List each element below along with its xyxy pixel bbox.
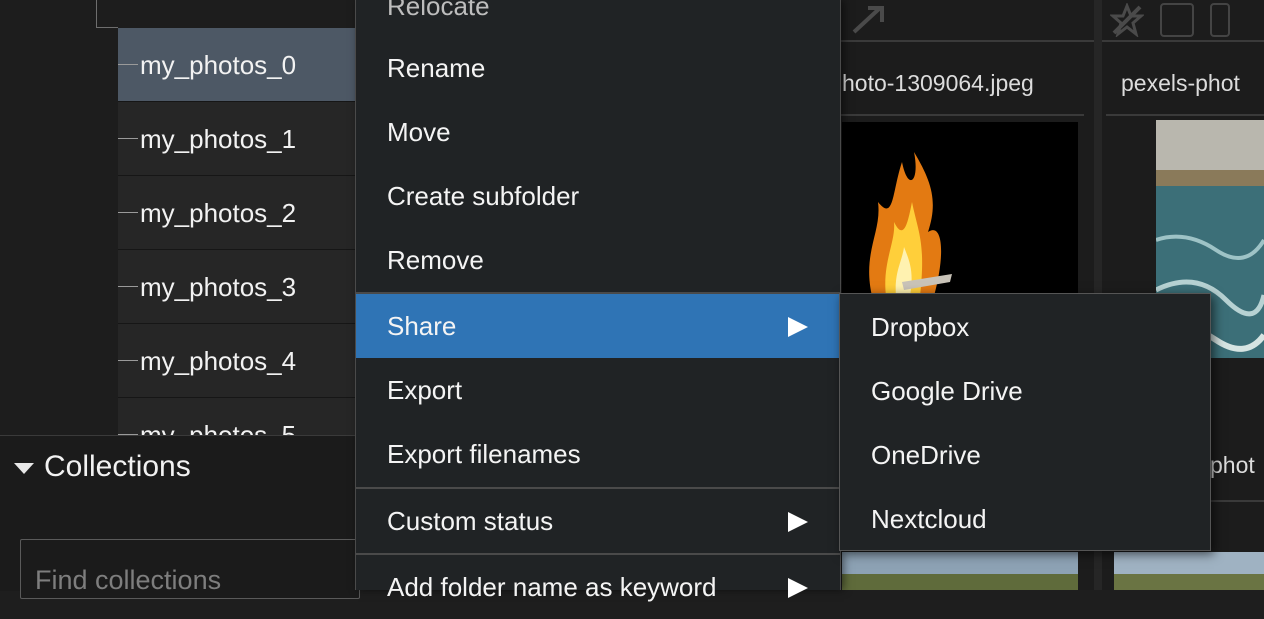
folder-item-my-photos-2[interactable]: my_photos_2 <box>118 176 358 250</box>
menu-item-export[interactable]: Export <box>356 358 840 422</box>
menu-item-remove[interactable]: Remove <box>356 228 840 292</box>
thumbnail-toolbar <box>1102 0 1264 42</box>
reject-icon[interactable] <box>850 4 886 36</box>
menu-item-label: Remove <box>387 245 484 275</box>
tree-connector <box>96 0 97 28</box>
menu-item-export-filenames[interactable]: Export filenames <box>356 422 840 486</box>
tree-branch-line <box>118 212 138 213</box>
folder-context-menu: Relocate Rename Move Create subfolder Re… <box>355 0 841 602</box>
photo-filename: hoto-1309064.jpeg <box>842 70 1034 96</box>
menu-item-add-folder-name-as-keyword[interactable]: Add folder name as keyword <box>356 555 840 619</box>
collections-panel: Collections <box>0 435 360 599</box>
submenu-arrow-icon <box>788 512 808 532</box>
menu-item-label: Relocate <box>387 0 490 21</box>
folder-label: my_photos_0 <box>140 50 297 80</box>
menu-item-label: Move <box>387 117 451 147</box>
share-dropbox[interactable]: Dropbox <box>840 295 1210 359</box>
tree-branch-line <box>118 360 138 361</box>
menu-item-custom-status[interactable]: Custom status <box>356 489 840 553</box>
flag-icon[interactable] <box>1210 3 1230 37</box>
share-onedrive[interactable]: OneDrive <box>840 423 1210 487</box>
folder-item-my-photos-5[interactable]: my_photos_5 <box>118 398 358 438</box>
menu-item-create-subfolder[interactable]: Create subfolder <box>356 164 840 228</box>
submenu-item-label: Dropbox <box>871 312 970 342</box>
tree-branch-line <box>118 64 138 65</box>
submenu-item-label: Google Drive <box>871 376 1023 406</box>
menu-item-label: Share <box>387 311 457 341</box>
caret-down-icon <box>14 463 34 474</box>
folder-list: my_photos_0 my_photos_1 my_photos_2 my_p… <box>118 28 358 438</box>
menu-item-share[interactable]: Share <box>356 294 840 358</box>
menu-item-label: Export filenames <box>387 439 581 469</box>
photo-filename: pexels-phot <box>1121 70 1240 96</box>
menu-item-move[interactable]: Move <box>356 100 840 164</box>
menu-item-relocate[interactable]: Relocate <box>356 0 840 38</box>
tree-branch-line <box>118 286 138 287</box>
photo-thumbnail-fire[interactable] <box>842 122 1078 296</box>
folder-label: my_photos_1 <box>140 124 297 154</box>
star-icon[interactable] <box>1110 3 1144 37</box>
menu-item-label: Create subfolder <box>387 181 580 211</box>
find-collections-input[interactable] <box>20 539 360 599</box>
share-nextcloud[interactable]: Nextcloud <box>840 487 1210 551</box>
collections-header[interactable]: Collections <box>14 450 191 484</box>
divider <box>1106 114 1264 116</box>
folder-tree: my_photos_0 my_photos_1 my_photos_2 my_p… <box>0 0 360 438</box>
share-google-drive[interactable]: Google Drive <box>840 359 1210 423</box>
thumbnail-toolbar <box>838 0 1094 42</box>
folder-item-my-photos-4[interactable]: my_photos_4 <box>118 324 358 398</box>
submenu-arrow-icon <box>788 578 808 598</box>
tree-branch-line <box>118 138 138 139</box>
folder-item-my-photos-3[interactable]: my_photos_3 <box>118 250 358 324</box>
folder-item-my-photos-1[interactable]: my_photos_1 <box>118 102 358 176</box>
photo-thumbnail-landscape[interactable] <box>1114 552 1264 590</box>
submenu-item-label: OneDrive <box>871 440 981 470</box>
tree-connector <box>96 27 118 28</box>
photo-filename: phot <box>1210 452 1255 478</box>
collections-title: Collections <box>44 450 191 483</box>
share-submenu: Dropbox Google Drive OneDrive Nextcloud <box>839 293 1211 551</box>
submenu-arrow-icon <box>788 317 808 337</box>
menu-item-label: Custom status <box>387 506 554 536</box>
menu-item-label: Export <box>387 375 463 405</box>
menu-item-label: Add folder name as keyword <box>387 572 717 602</box>
folder-item-my-photos-0[interactable]: my_photos_0 <box>118 28 358 102</box>
submenu-item-label: Nextcloud <box>871 504 987 534</box>
folder-label: my_photos_3 <box>140 272 297 302</box>
menu-item-rename[interactable]: Rename <box>356 36 840 100</box>
menu-item-label: Rename <box>387 53 486 83</box>
divider <box>838 114 1084 116</box>
photo-thumbnail-landscape[interactable] <box>842 552 1078 590</box>
edit-icon[interactable] <box>1160 3 1194 37</box>
folder-label: my_photos_4 <box>140 346 297 376</box>
folder-label: my_photos_2 <box>140 198 297 228</box>
